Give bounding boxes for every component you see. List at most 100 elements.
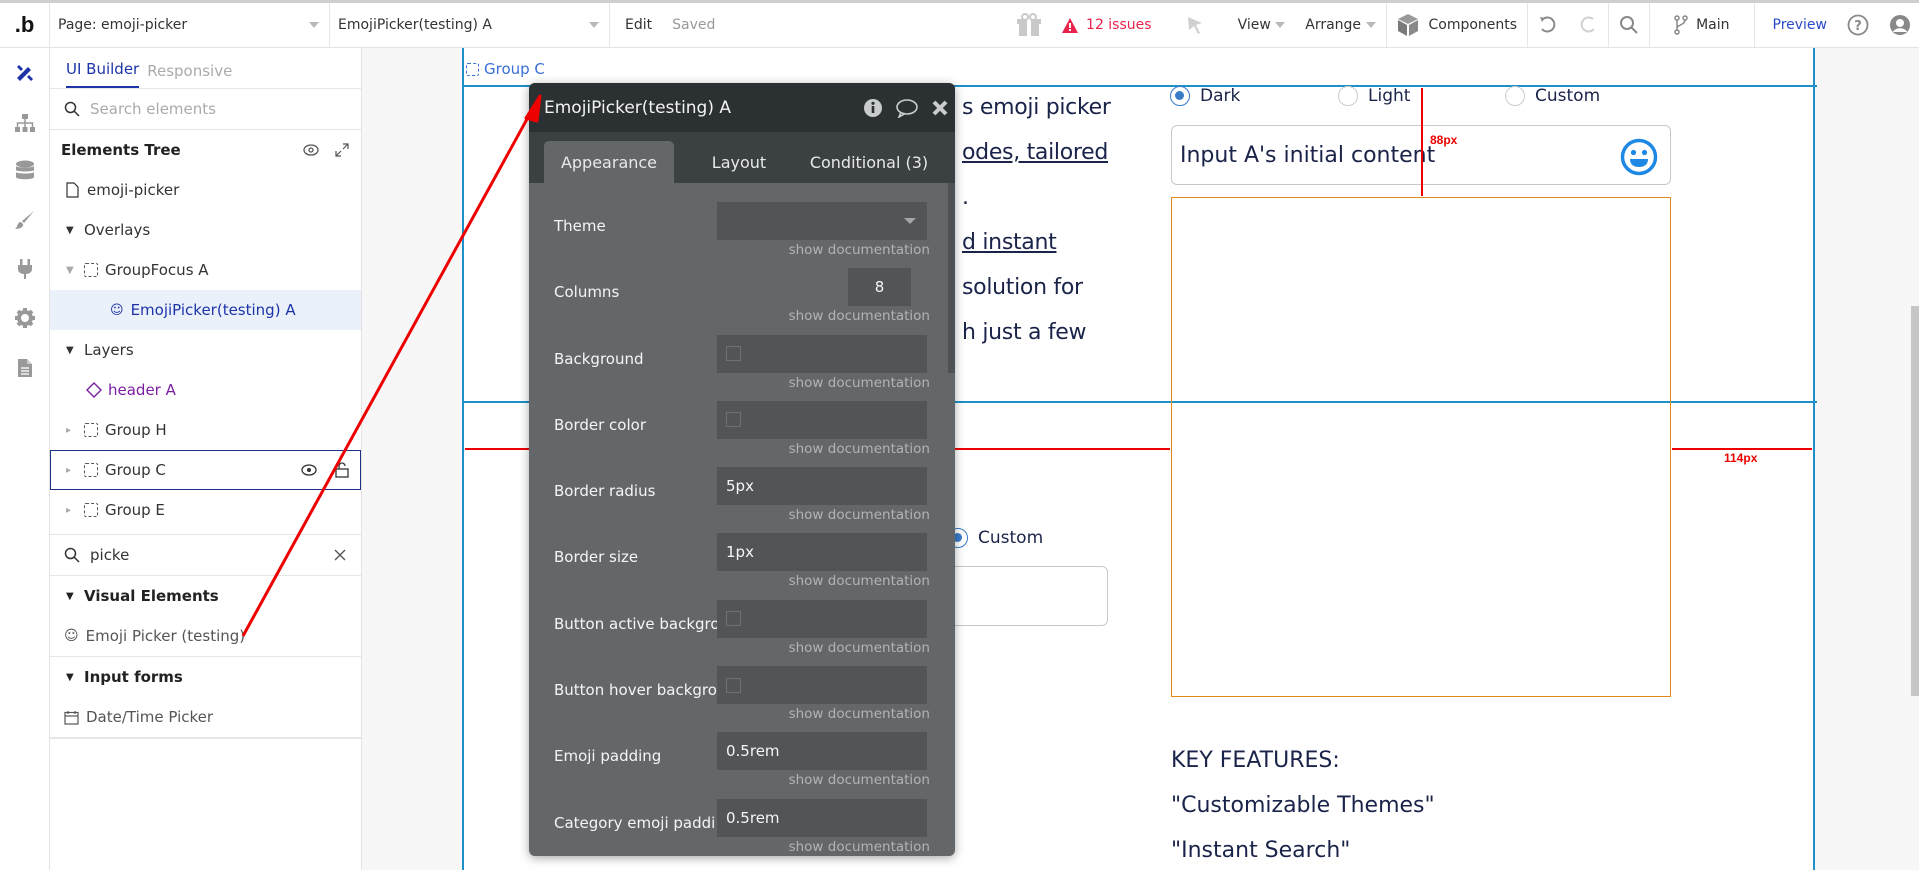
svg-text:?: ? [1854,19,1862,34]
show-documentation-link[interactable]: show documentation [789,242,930,258]
preview-button[interactable]: Preview [1755,3,1838,47]
background-color-picker[interactable] [717,334,927,373]
gear-icon[interactable] [0,303,50,333]
emoji-picker-element[interactable] [1171,197,1671,697]
chevron-down-icon [309,22,319,28]
emoji-smiley-icon[interactable] [1620,138,1658,176]
button-hover-bg-picker[interactable] [717,666,927,705]
tree-item-group-h[interactable]: ▸ Group H [50,410,361,450]
section-visual-elements[interactable]: ▼ Visual Elements [50,576,361,616]
button-active-bg-picker[interactable] [717,599,927,638]
plug-icon[interactable] [0,254,50,284]
components-button[interactable]: Components [1387,3,1528,47]
show-documentation-link[interactable]: show documentation [789,441,930,457]
tree-item-group-c[interactable]: ▸ Group C [50,450,361,490]
cursor-icon[interactable] [1162,3,1228,47]
help-icon[interactable]: ? [1837,3,1879,47]
tab-conditional[interactable]: Conditional (3) [804,141,934,183]
show-documentation-link[interactable]: show documentation [789,640,930,656]
description-link[interactable]: odes, tailored [962,140,1108,165]
section-label: Visual Elements [84,587,219,605]
radio-custom[interactable]: Custom [1505,86,1600,106]
show-documentation-link[interactable]: show documentation [789,308,930,324]
show-documentation-link[interactable]: show documentation [789,706,930,722]
property-button-active-background: Button active backgro show documentation [554,599,930,666]
feature-item: "Customizable Themes" [1171,793,1435,818]
show-documentation-link[interactable]: show documentation [789,507,930,523]
element-selector[interactable]: EmojiPicker(testing) A [330,3,610,47]
tab-layout[interactable]: Layout [674,141,804,183]
tree-item-label: header A [108,381,176,399]
info-icon[interactable] [863,98,883,118]
page-selector[interactable]: Page: emoji-picker [50,3,330,47]
document-icon[interactable] [0,353,50,383]
eye-icon[interactable] [301,464,317,476]
brush-icon[interactable] [0,205,50,235]
emoji-padding-input[interactable]: 0.5rem [717,732,927,771]
issues-button[interactable]: 12 issues [1052,3,1162,47]
radio-custom-lower[interactable]: Custom [948,528,1043,548]
property-label: Columns [554,283,620,302]
caret-right-icon: ▸ [66,464,72,476]
property-category-emoji-padding: Category emoji paddi 0.5rem show documen… [554,798,930,856]
border-size-input[interactable]: 1px [717,533,927,572]
lock-icon[interactable] [335,462,349,478]
show-documentation-link[interactable]: show documentation [789,573,930,589]
show-documentation-link[interactable]: show documentation [789,772,930,788]
radio-dark[interactable]: Dark [1170,86,1338,106]
undo-icon[interactable] [1528,3,1568,47]
branch-button[interactable]: Main [1650,3,1753,47]
section-input-forms[interactable]: ▼ Input forms [50,657,361,697]
eye-icon[interactable] [303,144,319,156]
palette-search-input[interactable] [90,546,290,564]
database-icon[interactable] [0,156,50,186]
theme-dropdown[interactable] [717,202,927,240]
property-scrollbar[interactable] [948,183,955,373]
arrange-menu[interactable]: Arrange [1295,3,1385,47]
search-icon[interactable] [1609,3,1649,47]
property-editor-header[interactable]: EmojiPicker(testing) A [529,83,955,132]
tab-responsive[interactable]: Responsive [147,62,232,88]
top-toolbar: .b Page: emoji-picker EmojiPicker(testin… [0,0,1919,48]
view-menu[interactable]: View [1228,3,1296,47]
expand-icon[interactable] [335,143,349,157]
property-border-color: Border color show documentation [554,400,930,467]
property-tabs: Appearance Layout Conditional (3) [529,132,955,183]
category-emoji-padding-input[interactable]: 0.5rem [717,798,927,837]
tree-item-group-e[interactable]: ▸ Group E [50,490,361,530]
columns-input[interactable]: 8 [848,268,911,307]
tree-item-header[interactable]: header A [50,370,361,410]
tab-ui-builder[interactable]: UI Builder [66,60,140,88]
show-documentation-link[interactable]: show documentation [789,375,930,391]
palette-item-datetime-picker[interactable]: Date/Time Picker [50,697,361,737]
tree-item-emojipicker[interactable]: ☺ EmojiPicker(testing) A [50,290,361,330]
border-color-picker[interactable] [717,400,927,439]
show-documentation-link[interactable]: show documentation [789,839,930,855]
palette-item-emoji-picker[interactable]: ☺ Emoji Picker (testing) [50,616,361,656]
redo-icon[interactable] [1568,3,1608,47]
gift-icon[interactable] [1006,3,1052,47]
comment-icon[interactable] [895,98,919,118]
sitemap-icon[interactable] [0,108,50,138]
user-avatar-icon[interactable] [1879,3,1919,47]
description-link[interactable]: d instant [962,230,1057,255]
edit-menu[interactable]: Edit [610,3,662,47]
tree-section-overlays[interactable]: ▼ Overlays [50,210,361,250]
tree-section-layers[interactable]: ▼ Layers [50,330,361,370]
radio-label: Custom [978,528,1044,548]
border-radius-input[interactable]: 5px [717,467,927,506]
description-text-line: odes, tailored [962,140,1108,165]
close-icon[interactable] [931,99,949,117]
tree-item-groupfocus[interactable]: ▼ GroupFocus A [50,250,361,290]
property-background: Background show documentation [554,334,930,401]
design-icon[interactable] [0,58,50,88]
clear-search-icon[interactable] [333,548,347,562]
measure-line-vertical [1421,88,1423,196]
canvas-scrollbar[interactable] [1911,306,1919,696]
bubble-logo[interactable]: .b [0,3,50,47]
tree-item-page[interactable]: emoji-picker [50,170,361,210]
tab-appearance[interactable]: Appearance [544,141,674,183]
branch-label: Main [1696,17,1730,33]
search-elements-input[interactable] [90,100,290,118]
left-icon-bar [0,48,50,870]
